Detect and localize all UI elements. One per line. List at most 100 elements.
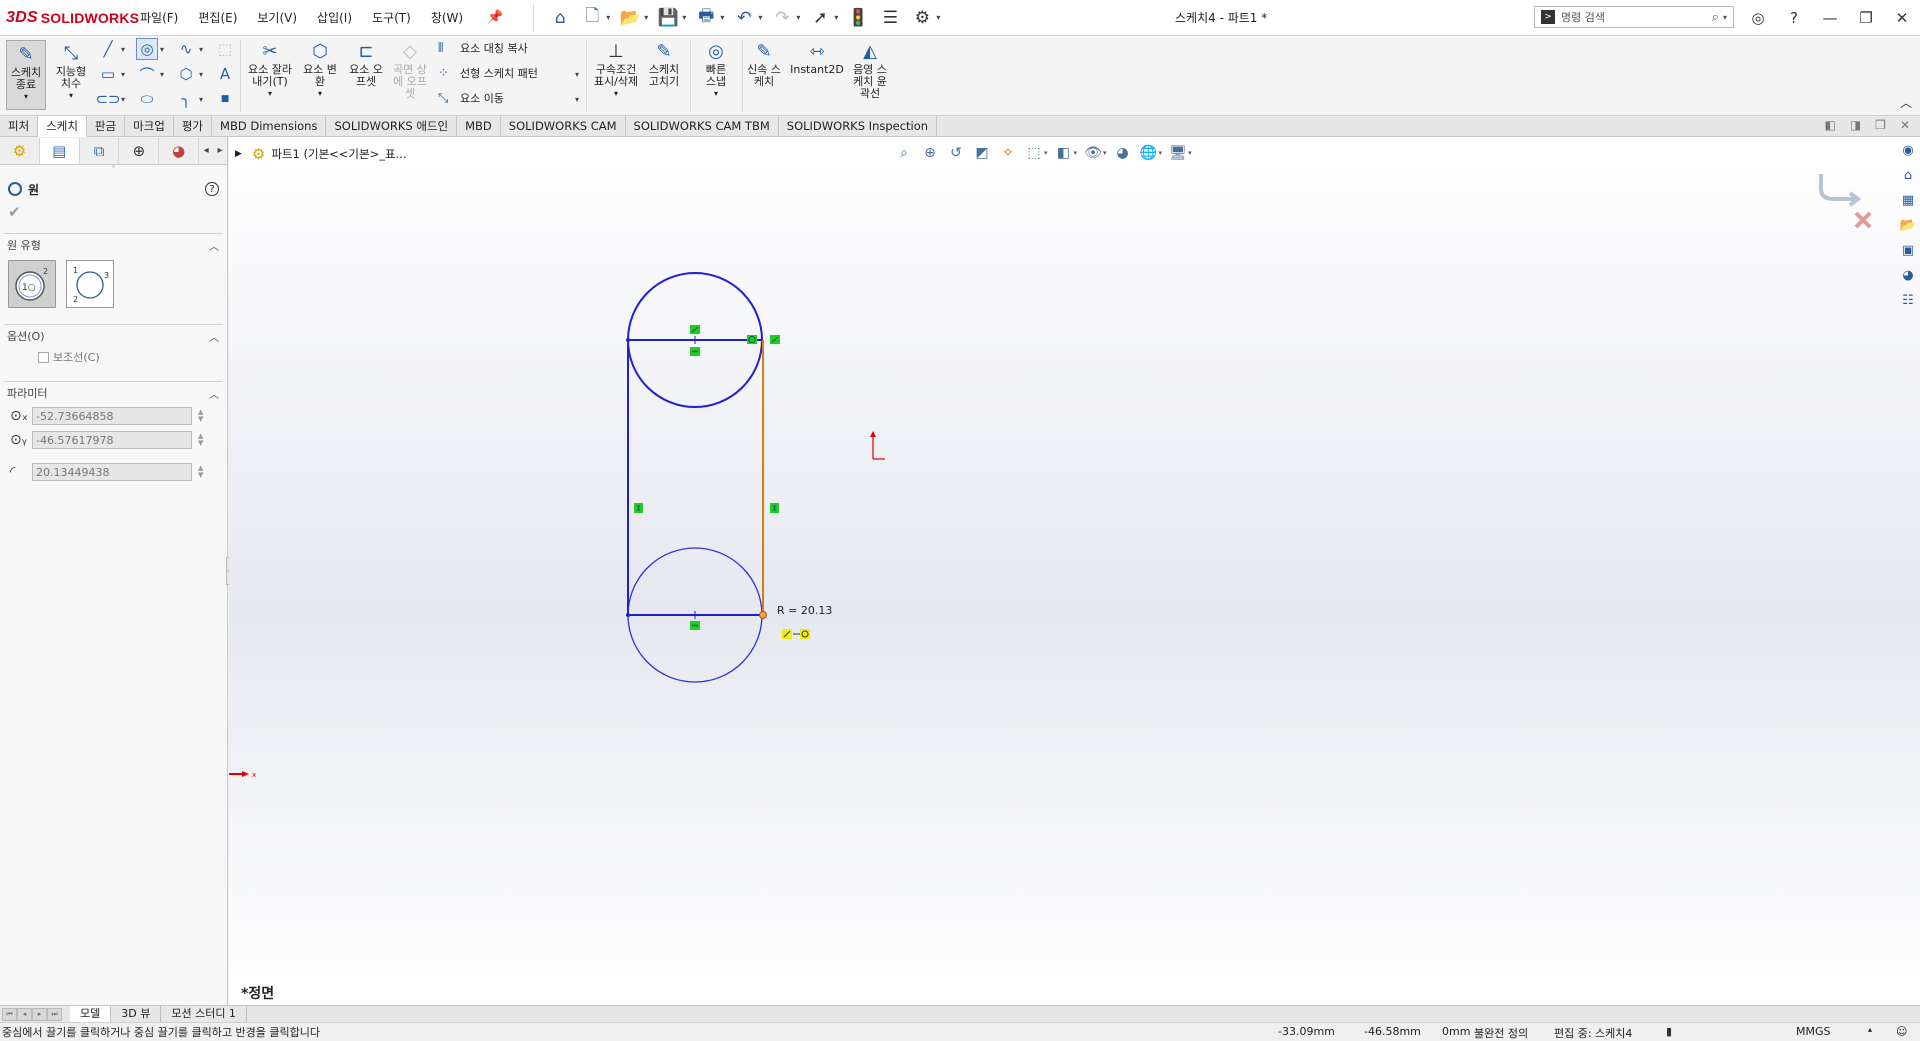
cursor-endpoint[interactable] [759,611,767,619]
chevron-down-icon[interactable]: ▾ [160,70,164,79]
customize-status-icon[interactable]: ☺ [1896,1025,1907,1038]
relation-vertical-icon[interactable] [634,503,643,513]
center-x-field[interactable] [32,407,192,425]
menu-insert[interactable]: 삽입(I) [307,0,362,36]
account-icon[interactable]: ◎ [1740,0,1776,36]
first-tab-icon[interactable]: ⏮ [2,1007,17,1021]
tab-mbd[interactable]: MBD [457,116,501,137]
chevron-right-icon[interactable]: ▸ [213,145,227,156]
save-icon[interactable]: 💾 [656,6,680,30]
construction-geometry-icon[interactable]: ⬚ [214,38,236,60]
chevron-down-icon[interactable]: ▾ [796,13,800,22]
relation-vertical-icon[interactable] [770,503,779,513]
restore-doc-icon[interactable]: ❐ [1875,118,1886,132]
tab-mbd-dimensions[interactable]: MBD Dimensions [212,116,327,137]
collapse-ribbon-icon[interactable]: ︿ [1900,94,1912,111]
ellipse-icon[interactable]: ⬭ [136,88,158,110]
chevron-down-icon[interactable]: ▾ [575,70,579,79]
tab-model[interactable]: 모델 [70,1006,112,1022]
relation-coincident-icon[interactable] [770,335,780,344]
chevron-down-icon[interactable]: ▾ [714,88,718,100]
minimize-button[interactable]: — [1812,0,1848,36]
restore-button[interactable]: ❐ [1848,0,1884,36]
new-document-icon[interactable]: 🗋 [580,6,604,30]
group-header[interactable]: 파라미터 ︿ [4,382,223,404]
perimeter-circle-button[interactable]: 1 3 2 [66,260,114,308]
graphics-area[interactable]: ▶ ⚙ 파트1 (기본<<기본>_표... ⌕ ⊕ ↺ ◩ ✧ ⬚ ▾ ◧ ▾ 👁 ▾… [229,137,1920,1005]
smart-dimension-button[interactable]: ⤡ 지능형 치수 ▾ [50,42,92,102]
chevron-down-icon[interactable]: ▾ [682,13,686,22]
move-entities-button[interactable]: ⤡ 요소 이동 [438,90,504,106]
tab-motion-study[interactable]: 모션 스터디 1 [161,1006,247,1022]
shaded-sketch-contours-button[interactable]: ◭ 음영 스케치 윤곽선 [848,40,892,100]
select-cursor-icon[interactable]: ➚ [808,6,832,30]
polygon-icon[interactable]: ⬡ [175,63,197,85]
tab-addins[interactable]: SOLIDWORKS 애드인 [326,116,458,137]
tab-sketch[interactable]: 스케치 [38,116,87,137]
redo-icon[interactable]: ↷ [770,6,794,30]
mirror-entities-button[interactable]: ⫴ 요소 대칭 복사 [438,40,528,56]
tab-evaluate[interactable]: 평가 [174,116,213,137]
chevron-down-icon[interactable]: ▾ [318,88,322,100]
chevron-down-icon[interactable]: ▾ [121,70,125,79]
construction-option[interactable]: 보조선(C) [4,347,223,367]
center-y-field[interactable] [32,431,192,449]
chevron-up-icon[interactable]: ▴ [1868,1025,1872,1034]
chevron-down-icon[interactable]: ▾ [758,13,762,22]
chevron-down-icon[interactable]: ▾ [268,88,272,100]
chevron-up-icon[interactable]: ︿ [209,238,219,253]
chevron-up-icon[interactable]: ︿ [209,329,219,344]
help-icon[interactable]: ? [205,182,219,196]
file-explorer-icon[interactable]: 📂 [1897,214,1919,236]
construction-checkbox[interactable] [38,351,49,363]
chevron-down-icon[interactable]: ▾ [614,88,618,100]
custom-properties-icon[interactable]: ☷ [1897,289,1919,311]
menu-window[interactable]: 창(W) [421,0,473,36]
chevron-down-icon[interactable]: ▾ [121,95,125,104]
relation-coincident-icon[interactable] [690,325,700,334]
open-folder-icon[interactable]: 📂 [618,6,642,30]
tab-markup[interactable]: 마크업 [125,116,174,137]
chevron-down-icon[interactable]: ▾ [24,91,28,103]
file-properties-icon[interactable]: ☰ [878,6,902,30]
dimxpert-icon[interactable]: ⊕ [119,137,160,164]
trim-entities-button[interactable]: ✂ 요소 잘라내기(T) ▾ [246,40,294,100]
endpoint[interactable] [626,613,630,617]
unit-system[interactable]: MMGS [1796,1025,1831,1038]
appearances-icon[interactable]: ◕ [1897,264,1919,286]
appearance-icon[interactable]: ◕ [159,137,200,164]
pin-icon[interactable]: 📌 [477,0,513,36]
point-icon[interactable]: ■ [214,88,236,110]
rectangle-icon[interactable]: ▭ [97,63,119,85]
chevron-down-icon[interactable]: ▾ [575,95,579,104]
spinner-icon[interactable]: ▲ ▼ [198,433,203,447]
chevron-down-icon[interactable]: ▾ [644,13,648,22]
instant2d-button[interactable]: ⇿ Instant2D [788,40,846,76]
offset-on-surface-button[interactable]: ◇ 곡면 상에 오프셋 [390,40,430,100]
solidworks-resources-icon[interactable]: ◉ [1897,139,1919,161]
last-tab-icon[interactable]: ⏭ [47,1007,62,1021]
chevron-down-icon[interactable]: ▾ [199,70,203,79]
text-icon[interactable]: A [214,63,236,85]
repair-sketch-button[interactable]: ✎ 스케치 고치기 [644,40,684,88]
gear-icon[interactable]: ⚙ [910,6,934,30]
convert-entities-button[interactable]: ⬡ 요소 변환 ▾ [298,40,342,100]
chevron-up-icon[interactable]: ︿ [209,386,219,401]
print-icon[interactable]: 🖶 [694,6,718,30]
configuration-manager-icon[interactable]: ⧉ [80,137,120,164]
command-search[interactable]: > 명령 검색 ⌕ ▾ [1534,6,1734,28]
chevron-down-icon[interactable]: ▾ [199,45,203,54]
relation-horizontal-icon[interactable] [690,347,700,356]
group-header[interactable]: 원 유형 ︿ [4,234,223,256]
chevron-left-icon[interactable]: ◂ [199,145,213,156]
collapse-handle[interactable]: ° [0,165,227,175]
menu-file[interactable]: 파일(F) [130,0,188,36]
tab-inspection[interactable]: SOLIDWORKS Inspection [779,116,938,137]
spinner-icon[interactable]: ▲ ▼ [198,465,203,479]
menu-tools[interactable]: 도구(T) [362,0,421,36]
chevron-down-icon[interactable]: ▾ [834,13,838,22]
view-palette-icon[interactable]: ▣ [1897,239,1919,261]
linear-pattern-button[interactable]: ⁘ 선형 스케치 패턴 [438,65,538,81]
tab-3d-views[interactable]: 3D 뷰 [111,1006,162,1022]
close-button[interactable]: ✕ [1884,0,1920,36]
